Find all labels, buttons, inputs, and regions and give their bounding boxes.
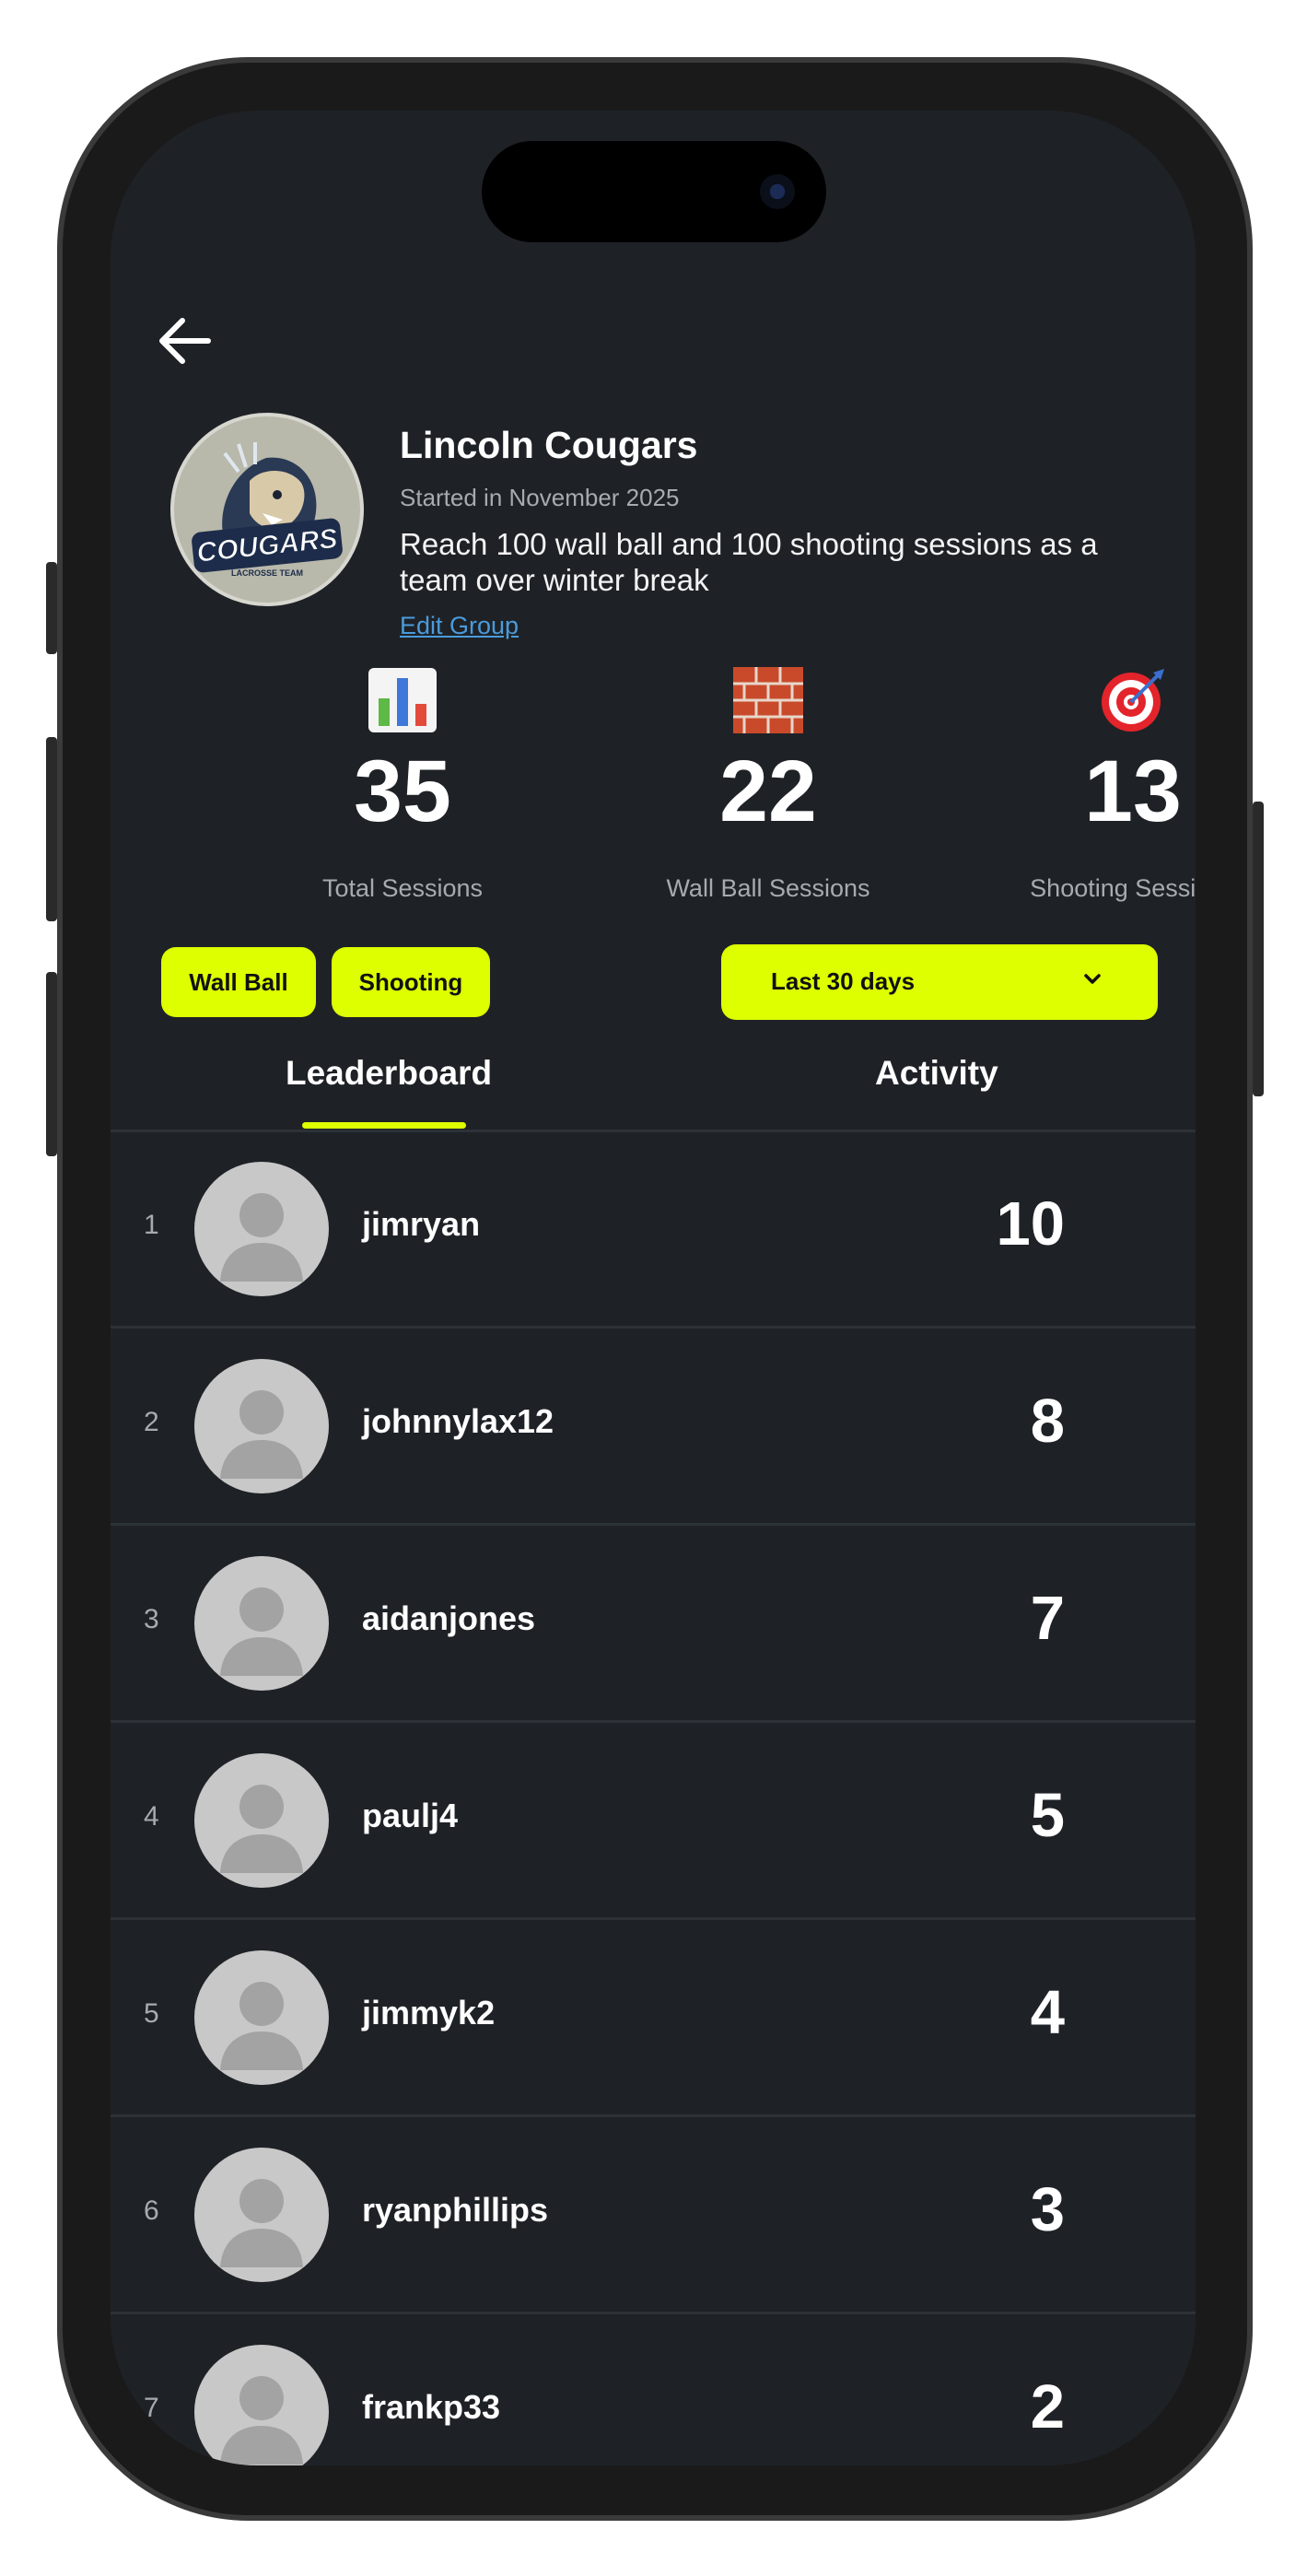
user-avatar-icon	[194, 2345, 329, 2465]
chevron-down-icon	[1084, 974, 1101, 984]
date-range-dropdown[interactable]: Last 30 days	[721, 944, 1158, 1020]
target-icon	[986, 663, 1196, 737]
dropdown-label: Last 30 days	[771, 967, 916, 995]
leaderboard-row[interactable]: 4 paulj4 5	[111, 1723, 1196, 1920]
stat-value: 22	[719, 743, 817, 840]
stat-shooting-sessions: 13 Shooting Sessions	[986, 663, 1196, 903]
user-avatar-icon	[194, 2148, 329, 2282]
username: ryanphillips	[362, 2191, 549, 2229]
group-info: Lincoln Cougars Started in November 2025…	[400, 424, 1173, 640]
session-count: 7	[1030, 1584, 1065, 1653]
username: paulj4	[362, 1797, 459, 1834]
edit-group-link[interactable]: Edit Group	[400, 612, 519, 640]
session-count: 2	[1030, 2372, 1065, 2441]
group-logo: COUGARS LACROSSE TEAM	[170, 413, 364, 606]
chip-label: Wall Ball	[189, 967, 288, 996]
username: jimmyk2	[362, 1994, 496, 2032]
tab-leaderboard[interactable]: Leaderboard	[286, 1054, 492, 1093]
volume-up-button	[46, 737, 57, 921]
group-goal: Reach 100 wall ball and 100 shooting ses…	[400, 527, 1098, 598]
leaderboard-list: 1 jimryan 10 2 johnnylax12 8 3 aidanjone…	[111, 1131, 1196, 2465]
leaderboard-row[interactable]: 5 jimmyk2 4	[111, 1920, 1196, 2117]
bar-chart-icon	[255, 663, 550, 737]
stat-wall-ball-sessions: 22 Wall Ball Sessions	[621, 663, 916, 903]
group-name: Lincoln Cougars	[400, 424, 698, 466]
stat-label: Shooting Sessions	[1030, 874, 1196, 902]
chip-label: Shooting	[358, 967, 463, 996]
stat-total-sessions: 35 Total Sessions	[255, 663, 550, 903]
session-count: 3	[1030, 2175, 1065, 2244]
dynamic-island	[482, 141, 826, 242]
rank-number: 3	[144, 1604, 159, 1634]
user-avatar-icon	[194, 1950, 329, 2085]
stat-value: 35	[354, 743, 451, 840]
user-avatar-icon	[194, 1162, 329, 1296]
user-avatar-icon	[194, 1556, 329, 1691]
group-start-date: Started in November 2025	[400, 484, 680, 512]
active-tab-indicator	[302, 1122, 466, 1129]
camera-lens	[760, 174, 795, 209]
arrow-left-icon	[159, 318, 211, 364]
leaderboard-row[interactable]: 6 ryanphillips 3	[111, 2117, 1196, 2314]
volume-down-button	[46, 972, 57, 1156]
back-button[interactable]	[147, 304, 221, 378]
rank-number: 5	[144, 1998, 159, 2029]
power-button	[1253, 802, 1264, 1096]
stat-label: Total Sessions	[321, 874, 484, 902]
rank-number: 7	[144, 2393, 159, 2423]
rank-number: 6	[144, 2195, 159, 2226]
stats-row: 35 Total Sessions 22 Wall Ball Sessions	[111, 663, 1196, 903]
session-count: 10	[996, 1189, 1065, 1259]
tab-activity[interactable]: Activity	[875, 1054, 998, 1093]
leaderboard-row[interactable]: 7 frankp33 2	[111, 2314, 1196, 2465]
leaderboard-row[interactable]: 1 jimryan 10	[111, 1131, 1196, 1329]
username: aidanjones	[362, 1599, 536, 1637]
stat-label: Wall Ball Sessions	[666, 874, 870, 902]
brick-wall-icon	[621, 663, 916, 737]
user-avatar-icon	[194, 1359, 329, 1493]
rank-number: 2	[144, 1407, 159, 1437]
leaderboard-row[interactable]: 3 aidanjones 7	[111, 1526, 1196, 1723]
username: johnnylax12	[362, 1402, 554, 1440]
stat-value: 13	[1084, 743, 1182, 840]
filter-chip-wall-ball[interactable]: Wall Ball	[161, 947, 316, 1017]
session-count: 4	[1030, 1978, 1065, 2047]
svg-text:LACROSSE TEAM: LACROSSE TEAM	[231, 568, 303, 578]
session-count: 8	[1030, 1387, 1065, 1456]
rank-number: 1	[144, 1210, 159, 1240]
user-avatar-icon	[194, 1753, 329, 1888]
username: frankp33	[362, 2388, 501, 2426]
username: jimryan	[362, 1205, 481, 1243]
action-button	[46, 562, 57, 654]
session-count: 5	[1030, 1781, 1065, 1850]
leaderboard-row[interactable]: 2 johnnylax12 8	[111, 1329, 1196, 1526]
tab-bar: Leaderboard Activity	[111, 1032, 1196, 1129]
filter-chip-shooting[interactable]: Shooting	[332, 947, 490, 1017]
rank-number: 4	[144, 1801, 159, 1832]
app-screen: COUGARS LACROSSE TEAM Lincoln Cougars St…	[111, 111, 1196, 2465]
